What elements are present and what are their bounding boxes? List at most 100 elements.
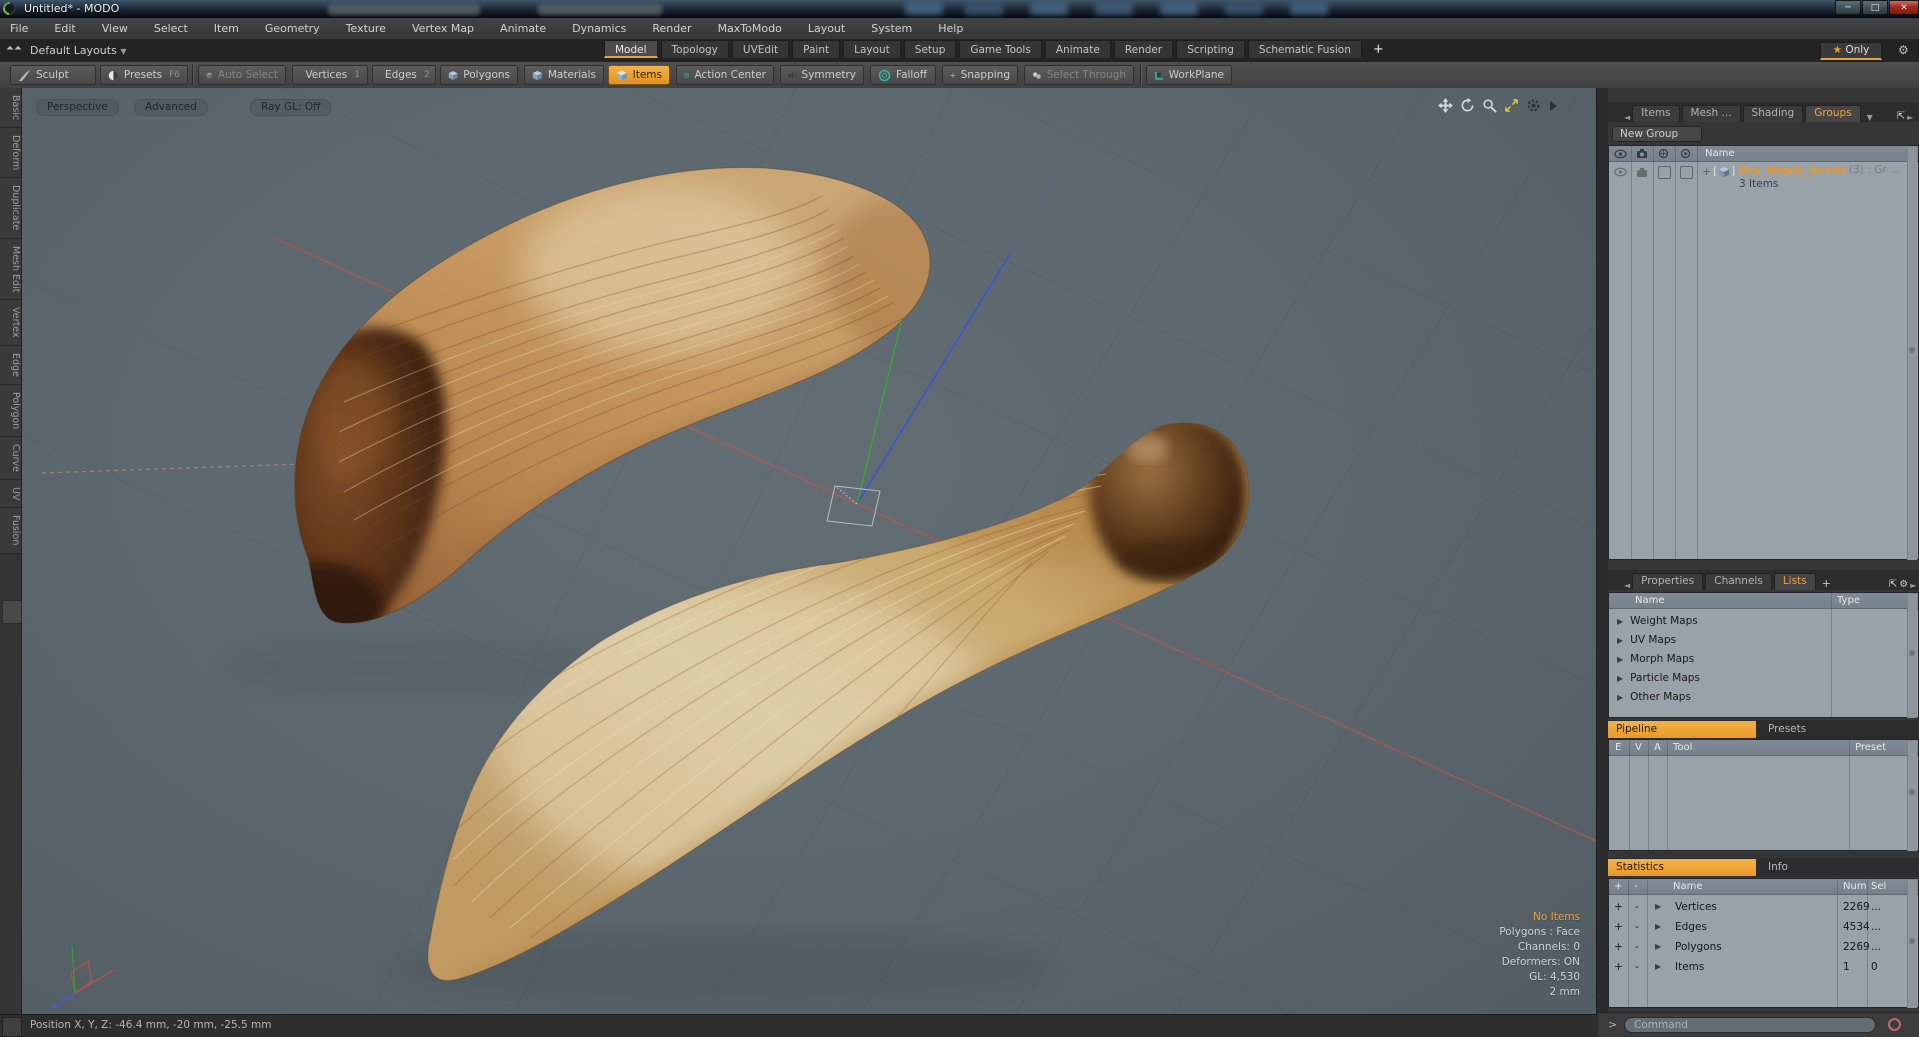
viewport-3d[interactable]: Perspective Advanced Ray GL: Off No Item…: [22, 88, 1598, 1014]
select-through-button[interactable]: Select Through: [1024, 65, 1134, 85]
advanced-button[interactable]: Advanced: [134, 99, 208, 116]
record-macro-icon[interactable]: [1888, 1018, 1901, 1031]
menu-geometry[interactable]: Geometry: [265, 22, 320, 35]
layout-tab-paint[interactable]: Paint: [792, 40, 841, 58]
layout-tab-animate[interactable]: Animate: [1044, 40, 1111, 58]
left-tab-duplicate[interactable]: Duplicate: [0, 178, 21, 239]
add-tab-button[interactable]: +: [1822, 577, 1831, 590]
command-input[interactable]: Command: [1624, 1017, 1876, 1033]
perspective-button[interactable]: Perspective: [36, 99, 119, 116]
visibility-eye-icon[interactable]: [1614, 149, 1627, 159]
tab-groups[interactable]: Groups: [1805, 105, 1861, 122]
tab-scroll-right-icon[interactable]: ►: [1910, 581, 1916, 590]
menu-view[interactable]: View: [102, 22, 128, 35]
layout-tab-scripting[interactable]: Scripting: [1176, 40, 1245, 58]
left-tab-basic[interactable]: Basic: [0, 88, 21, 129]
tab-pipeline[interactable]: Pipeline: [1608, 721, 1756, 738]
menu-edit[interactable]: Edit: [54, 22, 75, 35]
list-item-other-maps[interactable]: ▶ Other Maps: [1609, 688, 1899, 707]
layout-tab-render[interactable]: Render: [1113, 40, 1174, 58]
menu-select[interactable]: Select: [154, 22, 188, 35]
render-camera-icon[interactable]: [1636, 148, 1648, 159]
polygons-mode-button[interactable]: Polygons: [440, 65, 518, 85]
layout-tab-uvedit[interactable]: UVEdit: [731, 40, 790, 58]
expand-panel-icon[interactable]: ⇱: [1889, 579, 1897, 590]
menu-maxtomodo[interactable]: MaxToModo: [718, 22, 782, 35]
items-mode-button[interactable]: Items: [608, 65, 670, 85]
auto-select-button[interactable]: Auto Select: [198, 65, 286, 85]
tab-statistics[interactable]: Statistics: [1608, 859, 1756, 876]
snapping-button[interactable]: Snapping: [942, 65, 1018, 85]
new-group-button[interactable]: New Group: [1612, 126, 1702, 142]
list-item-weight-maps[interactable]: ▶ Weight Maps: [1609, 612, 1899, 631]
tab-properties[interactable]: Properties: [1632, 573, 1704, 590]
tab-channels[interactable]: Channels: [1705, 573, 1772, 590]
scrollbar[interactable]: [1907, 594, 1917, 718]
tab-scroll-right-icon[interactable]: ►: [1907, 113, 1913, 122]
vertices-mode-button[interactable]: Vertices 1: [292, 65, 368, 85]
tab-info[interactable]: Info: [1768, 859, 1788, 876]
menu-render[interactable]: Render: [652, 22, 691, 35]
gear-icon[interactable]: ⚙: [1898, 43, 1909, 57]
list-item-morph-maps[interactable]: ▶ Morph Maps: [1609, 650, 1899, 669]
menu-dynamics[interactable]: Dynamics: [572, 22, 626, 35]
menu-texture[interactable]: Texture: [346, 22, 386, 35]
layout-tab-setup[interactable]: Setup: [903, 40, 957, 58]
layout-tab-model[interactable]: Model: [604, 40, 658, 58]
default-layouts-dropdown[interactable]: Default Layouts ▼: [30, 44, 126, 57]
menu-vertex-map[interactable]: Vertex Map: [412, 22, 474, 35]
left-tab-curve[interactable]: Curve: [0, 436, 21, 480]
panel-grip-handle[interactable]: [2, 600, 22, 624]
workplane-button[interactable]: WorkPlane: [1146, 65, 1232, 85]
raygl-button[interactable]: Ray GL: Off: [250, 99, 332, 116]
tab-items[interactable]: Items: [1632, 105, 1680, 122]
item-circle-icon[interactable]: [1680, 148, 1691, 159]
tab-presets[interactable]: Presets: [1768, 721, 1806, 738]
materials-mode-button[interactable]: Materials: [524, 65, 604, 85]
layouts-up-icon[interactable]: ⏶⏶: [6, 43, 22, 59]
left-tab-vertex[interactable]: Vertex: [0, 300, 21, 346]
layout-tab-layout[interactable]: Layout: [843, 40, 901, 58]
group-name[interactable]: Dry_Maple_Seeds: [1739, 164, 1846, 177]
gear-icon[interactable]: [1526, 98, 1541, 113]
menu-file[interactable]: File: [10, 22, 28, 35]
menu-system[interactable]: System: [871, 22, 912, 35]
menu-layout[interactable]: Layout: [808, 22, 845, 35]
expand-plus[interactable]: +: [1702, 165, 1711, 178]
only-filter-button[interactable]: ★ Only: [1820, 42, 1882, 60]
render-camera-icon[interactable]: [1636, 167, 1648, 178]
symmetry-button[interactable]: Symmetry: [780, 65, 864, 85]
item-circle-icon[interactable]: [1658, 148, 1669, 159]
close-button[interactable]: ✕: [1889, 0, 1919, 15]
minimize-button[interactable]: ─: [1835, 0, 1861, 15]
status-corner-box[interactable]: [2, 1017, 22, 1037]
left-tab-mesh-edit[interactable]: Mesh Edit: [0, 238, 21, 301]
maple-seed-lower-right[interactable]: [427, 412, 1250, 981]
expand-panel-icon[interactable]: ⇱: [1897, 111, 1905, 122]
tab-scroll-left-icon[interactable]: ◄: [1624, 113, 1630, 122]
left-tab-polygon[interactable]: Polygon: [0, 384, 21, 437]
group-checkbox[interactable]: [1680, 166, 1693, 179]
fit-view-icon[interactable]: [1504, 98, 1519, 113]
tab-lists[interactable]: Lists: [1773, 573, 1816, 590]
rotate-icon[interactable]: [1460, 98, 1475, 113]
action-center-button[interactable]: Action Center: [676, 65, 774, 85]
layout-tab-game-tools[interactable]: Game Tools: [959, 40, 1042, 58]
gear-icon[interactable]: ⚙: [1899, 579, 1908, 590]
menu-animate[interactable]: Animate: [500, 22, 546, 35]
left-tab-uv[interactable]: UV: [0, 480, 21, 509]
add-layout-tab-button[interactable]: +: [1365, 40, 1384, 60]
left-tab-deform[interactable]: Deform: [0, 128, 21, 179]
list-item-uv-maps[interactable]: ▶ UV Maps: [1609, 631, 1899, 650]
menu-item[interactable]: Item: [214, 22, 239, 35]
left-tab-fusion[interactable]: Fusion: [0, 508, 21, 554]
tab-shading[interactable]: Shading: [1742, 105, 1804, 122]
group-row-dry-maple-seeds[interactable]: + [ ] Dry_Maple_Seeds (3) : Gr ... 3 Ite…: [1609, 163, 1901, 195]
maximize-button[interactable]: □: [1862, 0, 1888, 15]
flyout-icon[interactable]: [1548, 100, 1558, 112]
pan-icon[interactable]: [1438, 98, 1453, 113]
tab-mesh[interactable]: Mesh ...: [1681, 105, 1741, 122]
layout-tab-schematic-fusion[interactable]: Schematic Fusion: [1247, 40, 1362, 58]
magnifier-icon[interactable]: [1482, 98, 1497, 113]
left-tab-edge[interactable]: Edge: [0, 345, 21, 385]
